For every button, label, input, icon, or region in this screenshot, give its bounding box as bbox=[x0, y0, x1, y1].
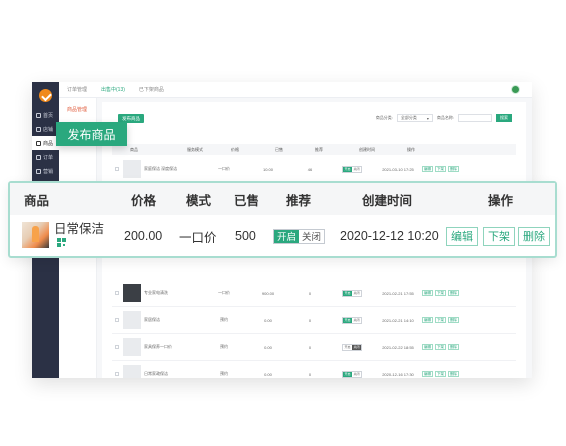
publish-product-button[interactable]: 发布商品 bbox=[56, 122, 127, 146]
recommend-toggle[interactable]: 开启 关闭 bbox=[273, 228, 326, 244]
category-select[interactable]: 全部分类 ▾ bbox=[396, 114, 433, 122]
edit-button[interactable]: 编辑 bbox=[422, 166, 433, 172]
header-actions: 操作 bbox=[488, 193, 514, 208]
sidebar-item-orders[interactable]: 订单 bbox=[32, 150, 59, 164]
tab-on-sale[interactable]: 出售中(13) bbox=[101, 86, 125, 93]
qr-code-icon[interactable] bbox=[57, 238, 66, 247]
recommend-toggle[interactable]: 开启 关闭 bbox=[342, 343, 362, 351]
header-price: 价格 bbox=[131, 193, 157, 208]
toggle-on[interactable]: 开启 bbox=[274, 229, 300, 243]
subnav-item-product-management[interactable]: 商品管理 bbox=[59, 98, 96, 113]
delete-button[interactable]: 删除 bbox=[518, 226, 550, 246]
price-value: 200.00 bbox=[124, 229, 163, 243]
highlighted-product-row: 商品 价格 模式 已售 推荐 创建时间 操作 日常保洁 200.00 一口价 5… bbox=[8, 181, 557, 258]
toggle-off[interactable]: 关闭 bbox=[299, 229, 325, 243]
marketing-icon bbox=[36, 168, 41, 174]
filter-bar: 商品分类: 全部分类 ▾ 商品名称: 搜索 bbox=[376, 114, 512, 122]
product-thumbnail bbox=[123, 284, 141, 302]
avatar[interactable] bbox=[511, 85, 520, 94]
delete-button[interactable]: 删除 bbox=[448, 166, 459, 172]
unlist-button[interactable]: 下架 bbox=[435, 290, 446, 296]
search-button[interactable]: 搜索 bbox=[496, 114, 512, 122]
header-sold: 已售 bbox=[234, 193, 260, 208]
delete-button[interactable]: 删除 bbox=[448, 371, 459, 377]
edit-button[interactable]: 编辑 bbox=[446, 226, 478, 246]
table-row: 家庭保洁 深度保洁 一口价 10.00 46 开启 关闭 2021-03-10 1… bbox=[112, 156, 516, 183]
logo-icon bbox=[39, 89, 52, 102]
sold-value: 500 bbox=[235, 229, 256, 243]
sidebar-item-store[interactable]: 店铺 bbox=[32, 122, 59, 136]
header-created: 创建时间 bbox=[362, 193, 413, 208]
table-row: 专业家电清洗 一口价 900.00 0 开启 关闭 2021-02-21 17:5… bbox=[112, 280, 516, 307]
unlist-button[interactable]: 下架 bbox=[435, 166, 446, 172]
header-mode: 模式 bbox=[186, 193, 212, 208]
product-thumbnail bbox=[22, 222, 49, 248]
product-icon bbox=[36, 140, 41, 146]
row-checkbox[interactable] bbox=[115, 372, 119, 376]
sidebar-item-home[interactable]: 首页 bbox=[32, 108, 59, 122]
product-thumbnail bbox=[123, 311, 141, 329]
topbar: 订单管理 出售中(13) 已下架商品 bbox=[59, 82, 532, 98]
delete-button[interactable]: 删除 bbox=[448, 317, 459, 323]
home-icon bbox=[36, 112, 41, 118]
tab-order-management[interactable]: 订单管理 bbox=[67, 86, 87, 93]
unlist-button[interactable]: 下架 bbox=[435, 317, 446, 323]
tab-unlisted[interactable]: 已下架商品 bbox=[139, 86, 164, 93]
product-thumbnail bbox=[123, 338, 141, 356]
category-label: 商品分类: bbox=[375, 115, 393, 120]
mode-value: 一口价 bbox=[179, 230, 217, 245]
order-icon bbox=[36, 154, 41, 160]
name-input[interactable] bbox=[458, 114, 492, 122]
mini-table-header: 商品 服务模式 价格 已售 推荐 创建时间 操作 bbox=[112, 144, 516, 155]
header-product: 商品 bbox=[24, 193, 50, 208]
edit-button[interactable]: 编辑 bbox=[422, 317, 433, 323]
row-checkbox[interactable] bbox=[115, 345, 119, 349]
edit-button[interactable]: 编辑 bbox=[422, 344, 433, 350]
header-recommend: 推荐 bbox=[286, 193, 312, 208]
product-thumbnail bbox=[123, 160, 141, 178]
row-checkbox[interactable] bbox=[115, 291, 119, 295]
store-icon bbox=[36, 126, 41, 132]
row-checkbox[interactable] bbox=[115, 318, 119, 322]
table-row: 日常家政保洁 预约 0.00 0 开启 关闭 2020-12-16 17:30 编… bbox=[112, 361, 516, 378]
table-row: 家具保养一口价 预约 0.00 0 开启 关闭 2021-02-22 18:55 … bbox=[112, 334, 516, 361]
recommend-toggle[interactable]: 开启 关闭 bbox=[342, 289, 362, 297]
delete-button[interactable]: 删除 bbox=[448, 290, 459, 296]
edit-button[interactable]: 编辑 bbox=[422, 371, 433, 377]
recommend-toggle[interactable]: 开启 关闭 bbox=[342, 316, 362, 324]
unlist-button[interactable]: 下架 bbox=[483, 226, 515, 246]
sidebar-item-marketing[interactable]: 营销 bbox=[32, 164, 59, 178]
sidebar-item-products[interactable]: 商品 bbox=[32, 136, 59, 150]
unlist-button[interactable]: 下架 bbox=[435, 371, 446, 377]
chevron-down-icon: ▾ bbox=[426, 115, 429, 121]
table-row: 家居保洁 预约 0.00 0 开启 关闭 2021-02-21 14:10 编辑下… bbox=[112, 307, 516, 334]
name-label: 商品名称: bbox=[436, 115, 454, 120]
created-time: 2020-12-12 10:20 bbox=[340, 229, 439, 243]
delete-button[interactable]: 删除 bbox=[448, 344, 459, 350]
row-checkbox[interactable] bbox=[115, 167, 119, 171]
recommend-toggle[interactable]: 开启 关闭 bbox=[342, 165, 362, 173]
product-thumbnail bbox=[123, 365, 141, 378]
unlist-button[interactable]: 下架 bbox=[435, 344, 446, 350]
table-row: 日常保洁 200.00 一口价 500 开启 关闭 2020-12-12 10:… bbox=[10, 215, 555, 257]
recommend-toggle[interactable]: 开启 关闭 bbox=[342, 370, 362, 378]
edit-button[interactable]: 编辑 bbox=[422, 290, 433, 296]
